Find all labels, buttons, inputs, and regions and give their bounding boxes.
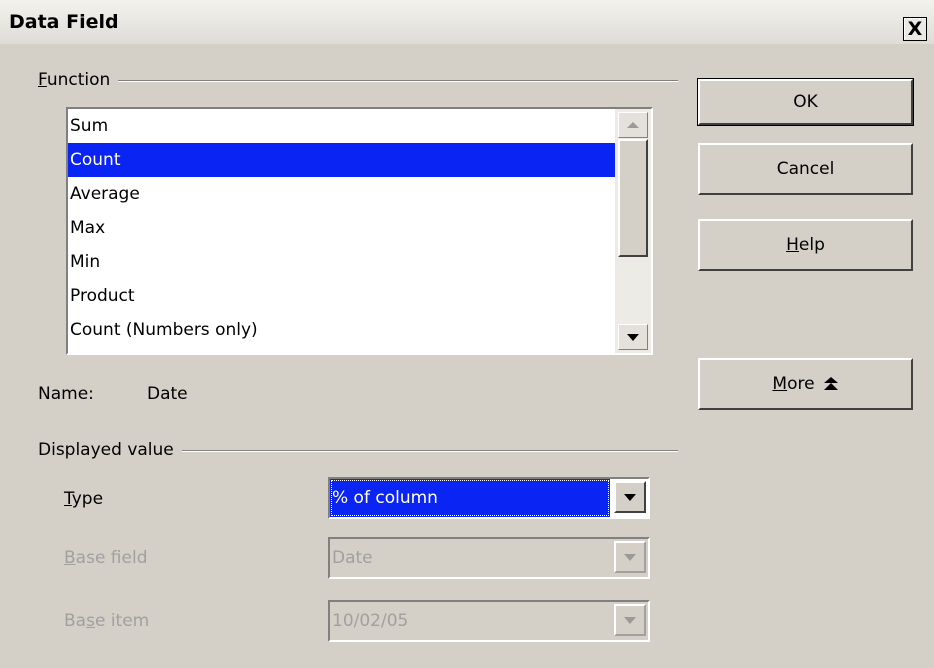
- list-item[interactable]: Count (Numbers only): [68, 313, 617, 347]
- function-list-items: Sum Count Average Max Min Product Count (Numbe…: [68, 109, 617, 353]
- cancel-button[interactable]: Cancel: [698, 143, 913, 195]
- list-item[interactable]: Count: [68, 143, 617, 177]
- help-button[interactable]: Help: [698, 219, 913, 271]
- name-label: Name:: [38, 384, 94, 404]
- base-field-dropdown-value: Date: [332, 548, 373, 568]
- title-bar: Data Field X: [0, 0, 934, 44]
- list-item[interactable]: Product: [68, 279, 617, 313]
- ok-button-label: OK: [793, 92, 818, 112]
- close-icon: X: [907, 17, 923, 40]
- base-field-dropdown-button[interactable]: [614, 541, 646, 573]
- more-button-label: More: [772, 374, 815, 394]
- scroll-thumb[interactable]: [618, 139, 648, 257]
- base-item-label: Base item: [64, 611, 150, 631]
- function-group-line: [40, 80, 678, 82]
- list-item[interactable]: Max: [68, 211, 617, 245]
- base-field-label: Base field: [64, 548, 148, 568]
- type-dropdown-value: % of column: [330, 479, 610, 517]
- name-value: Date: [147, 384, 188, 404]
- list-item[interactable]: Sum: [68, 109, 617, 143]
- scroll-up-button[interactable]: [618, 112, 648, 138]
- base-field-dropdown[interactable]: Date: [328, 537, 650, 579]
- cancel-button-label: Cancel: [776, 159, 835, 179]
- base-item-dropdown[interactable]: 10/02/05: [328, 600, 650, 642]
- dialog-title: Data Field: [9, 11, 119, 33]
- chevron-down-icon: [624, 493, 636, 501]
- base-item-dropdown-value: 10/02/05: [332, 611, 409, 631]
- chevron-down-icon: [624, 553, 636, 561]
- list-item[interactable]: Average: [68, 177, 617, 211]
- function-list-scrollbar[interactable]: [615, 109, 651, 353]
- scroll-up-arrow-icon: [627, 122, 639, 128]
- close-button[interactable]: X: [903, 17, 927, 41]
- double-chevron-up-icon: [823, 377, 838, 390]
- more-button[interactable]: More: [698, 358, 913, 410]
- function-list[interactable]: Sum Count Average Max Min Product Count (Numbe…: [66, 107, 653, 355]
- scroll-down-arrow-icon: [627, 333, 639, 341]
- ok-button[interactable]: OK: [697, 78, 914, 126]
- displayed-value-group-label: Displayed value: [38, 440, 182, 460]
- type-dropdown[interactable]: % of column: [328, 477, 650, 519]
- type-label: Type: [64, 489, 104, 509]
- function-group-label: Function: [38, 70, 119, 90]
- chevron-down-icon: [624, 616, 636, 624]
- help-button-label: Help: [786, 235, 825, 255]
- list-item[interactable]: Min: [68, 245, 617, 279]
- list-item[interactable]: StDev (Sample): [68, 347, 617, 353]
- base-item-dropdown-button[interactable]: [614, 604, 646, 636]
- type-dropdown-button[interactable]: [614, 481, 646, 513]
- scroll-down-button[interactable]: [618, 324, 648, 350]
